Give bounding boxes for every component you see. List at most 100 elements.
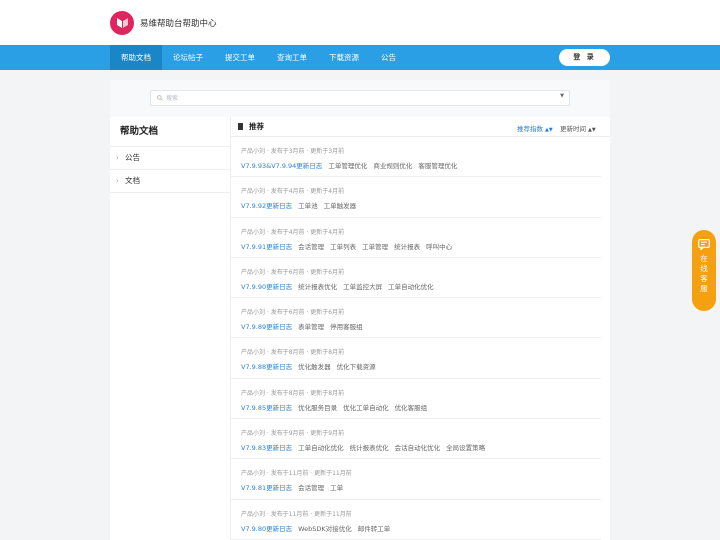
chevron-right-icon: ›: [116, 154, 119, 162]
entry-title-link[interactable]: V7.9.92更新日志: [241, 202, 292, 210]
entry-tags: V7.9.92更新日志 工单池 工单触发器: [241, 200, 601, 210]
nav-item[interactable]: 帮助文档: [110, 45, 162, 70]
list-item: 产品小刘 · 发布于4月前 · 更新于4月前 V7.9.91更新日志 会话管理 工单列…: [231, 218, 601, 258]
sort-by-recommended-button[interactable]: 推荐指数 ▲▼: [517, 123, 553, 133]
sidebar-item-label: 公告: [125, 153, 140, 162]
entry-tag[interactable]: 邮件转工单: [358, 525, 391, 533]
entry-tag[interactable]: 工单自动化优化: [298, 444, 344, 452]
entry-tag[interactable]: 会话管理: [298, 484, 324, 492]
entry-title-link[interactable]: V7.9.83更新日志: [241, 444, 292, 452]
entry-tag[interactable]: 停用客服组: [330, 323, 363, 331]
entry-title-link[interactable]: V7.9.80更新日志: [241, 525, 292, 533]
nav-items: 帮助文档 论坛帖子 提交工单 查询工单 下载资源 公告: [110, 45, 407, 70]
logo[interactable]: [110, 10, 134, 35]
sort-recommended-label: 推荐指数: [517, 125, 543, 133]
entry-tag[interactable]: 全局设置策略: [446, 444, 485, 452]
main-title: 推荐: [249, 122, 264, 131]
login-button[interactable]: 登 录: [559, 49, 610, 66]
entry-tags: V7.9.80更新日志 WebSDK对接优化 邮件转工单: [241, 523, 601, 533]
entry-tag[interactable]: 工单列表: [330, 243, 356, 251]
online-service-label: 在线客服: [700, 254, 708, 293]
entry-meta: 产品小刘 · 发布于3月前 · 更新于3月前: [241, 148, 345, 155]
nav-item[interactable]: 公告: [370, 45, 407, 70]
entry-meta: 产品小刘 · 发布于4月前 · 更新于4月前: [241, 188, 345, 196]
entry-meta: 产品小刘 · 发布于11月前 · 更新于11月前: [241, 470, 352, 478]
chevron-right-icon: ›: [116, 177, 119, 185]
entry-tags: V7.9.90更新日志 统计报表优化 工单监控大屏 工单自动化优化: [241, 281, 601, 291]
logo-icon: [116, 17, 128, 28]
online-service-button[interactable]: 在线客服: [692, 230, 716, 311]
list-item: 产品小刘 · 发布于8月前 · 更新于8月前 V7.9.85更新日志 优化服务目录优…: [231, 379, 601, 420]
sidebar-item-announcements[interactable]: › 公告: [110, 147, 230, 170]
list-item: 产品小刘 · 发布于9月前 · 更新于9月前 V7.9.83更新日志 工单自动化优化…: [231, 419, 601, 460]
entry-tag[interactable]: 优化工单自动化: [343, 404, 389, 412]
search-icon: [157, 95, 163, 101]
list-item: 产品小刘 · 发布于11月前 · 更新于11月前 V7.9.80更新日志 WebSD…: [231, 500, 601, 540]
entry-tag[interactable]: 工单: [330, 484, 343, 492]
site-title: 易维帮助台帮助中心: [140, 18, 217, 29]
list-item: 产品小刘 · 发布于6月前 · 更新于6月前 V7.9.89更新日志 表单管理 停用客…: [231, 298, 601, 339]
entry-title-link[interactable]: V7.9.81更新日志: [241, 484, 292, 492]
entry-tag[interactable]: 优化服务目录: [298, 404, 337, 412]
search-area: 搜索 ▼: [110, 80, 610, 117]
entry-tags: V7.9.85更新日志 优化服务目录 优化工单自动化 优化客服组: [241, 402, 601, 412]
entry-tag[interactable]: 统计报表优化: [298, 283, 337, 291]
list-item: 产品小刘 · 发布于3月前 · 更新于3月前 V7.9.93&V7.9.94更新日…: [231, 137, 601, 178]
main-header: 推荐 推荐指数 ▲▼ 更新时间 ▲▼: [231, 117, 610, 137]
list-item: 产品小刘 · 发布于8月前 · 更新于8月前 V7.9.88更新日志 优化触发器 优化…: [231, 338, 601, 379]
sidebar-item-label: 文档: [125, 176, 140, 185]
entry-title-link[interactable]: V7.9.91更新日志: [241, 243, 292, 251]
entry-title-link[interactable]: V7.9.85更新日志: [241, 404, 292, 412]
entry-tag[interactable]: 会话自动化优化: [395, 444, 441, 452]
entry-tag[interactable]: 优化触发器: [298, 363, 331, 371]
entry-tag[interactable]: 工单池: [298, 202, 318, 210]
nav-item[interactable]: 下载资源: [318, 45, 370, 70]
entry-tag[interactable]: 表单管理: [298, 323, 324, 331]
article-list: 产品小刘 · 发布于3月前 · 更新于3月前 V7.9.93&V7.9.94更新日…: [231, 137, 611, 540]
entry-tags: V7.9.91更新日志 会话管理 工单列表 工单管理 统计报表 呼叫中心: [241, 241, 601, 251]
caret-down-icon[interactable]: ▼: [560, 93, 564, 99]
entry-title-link[interactable]: V7.9.93&V7.9.94更新日志: [241, 162, 322, 170]
entry-tag[interactable]: 工单自动化优化: [388, 283, 434, 291]
sort-updated-label: 更新时间: [560, 125, 586, 133]
entry-tag[interactable]: 会话管理: [298, 243, 324, 251]
nav-item[interactable]: 论坛帖子: [162, 45, 214, 70]
content-container: 搜索 ▼ 帮助文档 › 公告 › 文档 推荐 推荐指数 ▲▼ 更新时间 ▲▼ 产品小刘 …: [110, 80, 610, 540]
entry-tag[interactable]: 优化下载资源: [337, 363, 376, 371]
sort-arrows-icon: ▲▼: [588, 127, 596, 133]
sort-by-updated-button[interactable]: 更新时间 ▲▼: [560, 123, 596, 133]
entry-title-link[interactable]: V7.9.89更新日志: [241, 323, 292, 331]
document-icon: [238, 123, 243, 130]
sort-arrows-icon: ▲▼: [545, 127, 553, 133]
sidebar-item-documents[interactable]: › 文档: [110, 170, 230, 193]
entry-tag[interactable]: 优化客服组: [395, 404, 428, 412]
entry-tag[interactable]: WebSDK对接优化: [298, 525, 352, 533]
entry-tag[interactable]: 工单触发器: [324, 202, 357, 210]
nav-item[interactable]: 提交工单: [214, 45, 266, 70]
entry-tag[interactable]: 工单管理: [362, 243, 388, 251]
entry-meta: 产品小刘 · 发布于9月前 · 更新于9月前: [241, 430, 345, 438]
entry-tag[interactable]: 工单监控大屏: [343, 283, 382, 291]
entry-tag[interactable]: 呼叫中心: [426, 243, 452, 251]
main-panel: 推荐 推荐指数 ▲▼ 更新时间 ▲▼ 产品小刘 · 发布于3月前 · 更新于3月前 V…: [230, 117, 610, 540]
entry-tags: V7.9.81更新日志 会话管理 工单: [241, 482, 601, 492]
chat-icon: [698, 239, 710, 250]
entry-tags: V7.9.88更新日志 优化触发器 优化下载资源: [241, 361, 601, 371]
entry-tag[interactable]: 统计报表: [394, 243, 420, 251]
entry-meta: 产品小刘 · 发布于4月前 · 更新于4月前: [241, 228, 345, 236]
entry-title-link[interactable]: V7.9.90更新日志: [241, 283, 292, 291]
entry-meta: 产品小刘 · 发布于6月前 · 更新于6月前: [241, 309, 345, 317]
list-item: 产品小刘 · 发布于11月前 · 更新于11月前 V7.9.81更新日志 会话管理工…: [231, 459, 601, 500]
entry-tags: V7.9.89更新日志 表单管理 停用客服组: [241, 321, 601, 331]
entry-tag[interactable]: 商业规则优化: [373, 162, 412, 170]
search-input[interactable]: 搜索 ▼: [150, 90, 570, 106]
sidebar-title: 帮助文档: [110, 117, 230, 147]
entry-tag[interactable]: 工单管理优化: [328, 162, 367, 170]
main-nav: 帮助文档 论坛帖子 提交工单 查询工单 下载资源 公告 登 录: [0, 45, 720, 70]
entry-tag[interactable]: 客服管理优化: [418, 162, 457, 170]
nav-item[interactable]: 查询工单: [266, 45, 318, 70]
entry-meta: 产品小刘 · 发布于8月前 · 更新于8月前: [241, 389, 345, 397]
entry-meta: 产品小刘 · 发布于8月前 · 更新于8月前: [241, 349, 345, 357]
entry-title-link[interactable]: V7.9.88更新日志: [241, 363, 292, 371]
entry-tag[interactable]: 统计报表优化: [350, 444, 389, 452]
